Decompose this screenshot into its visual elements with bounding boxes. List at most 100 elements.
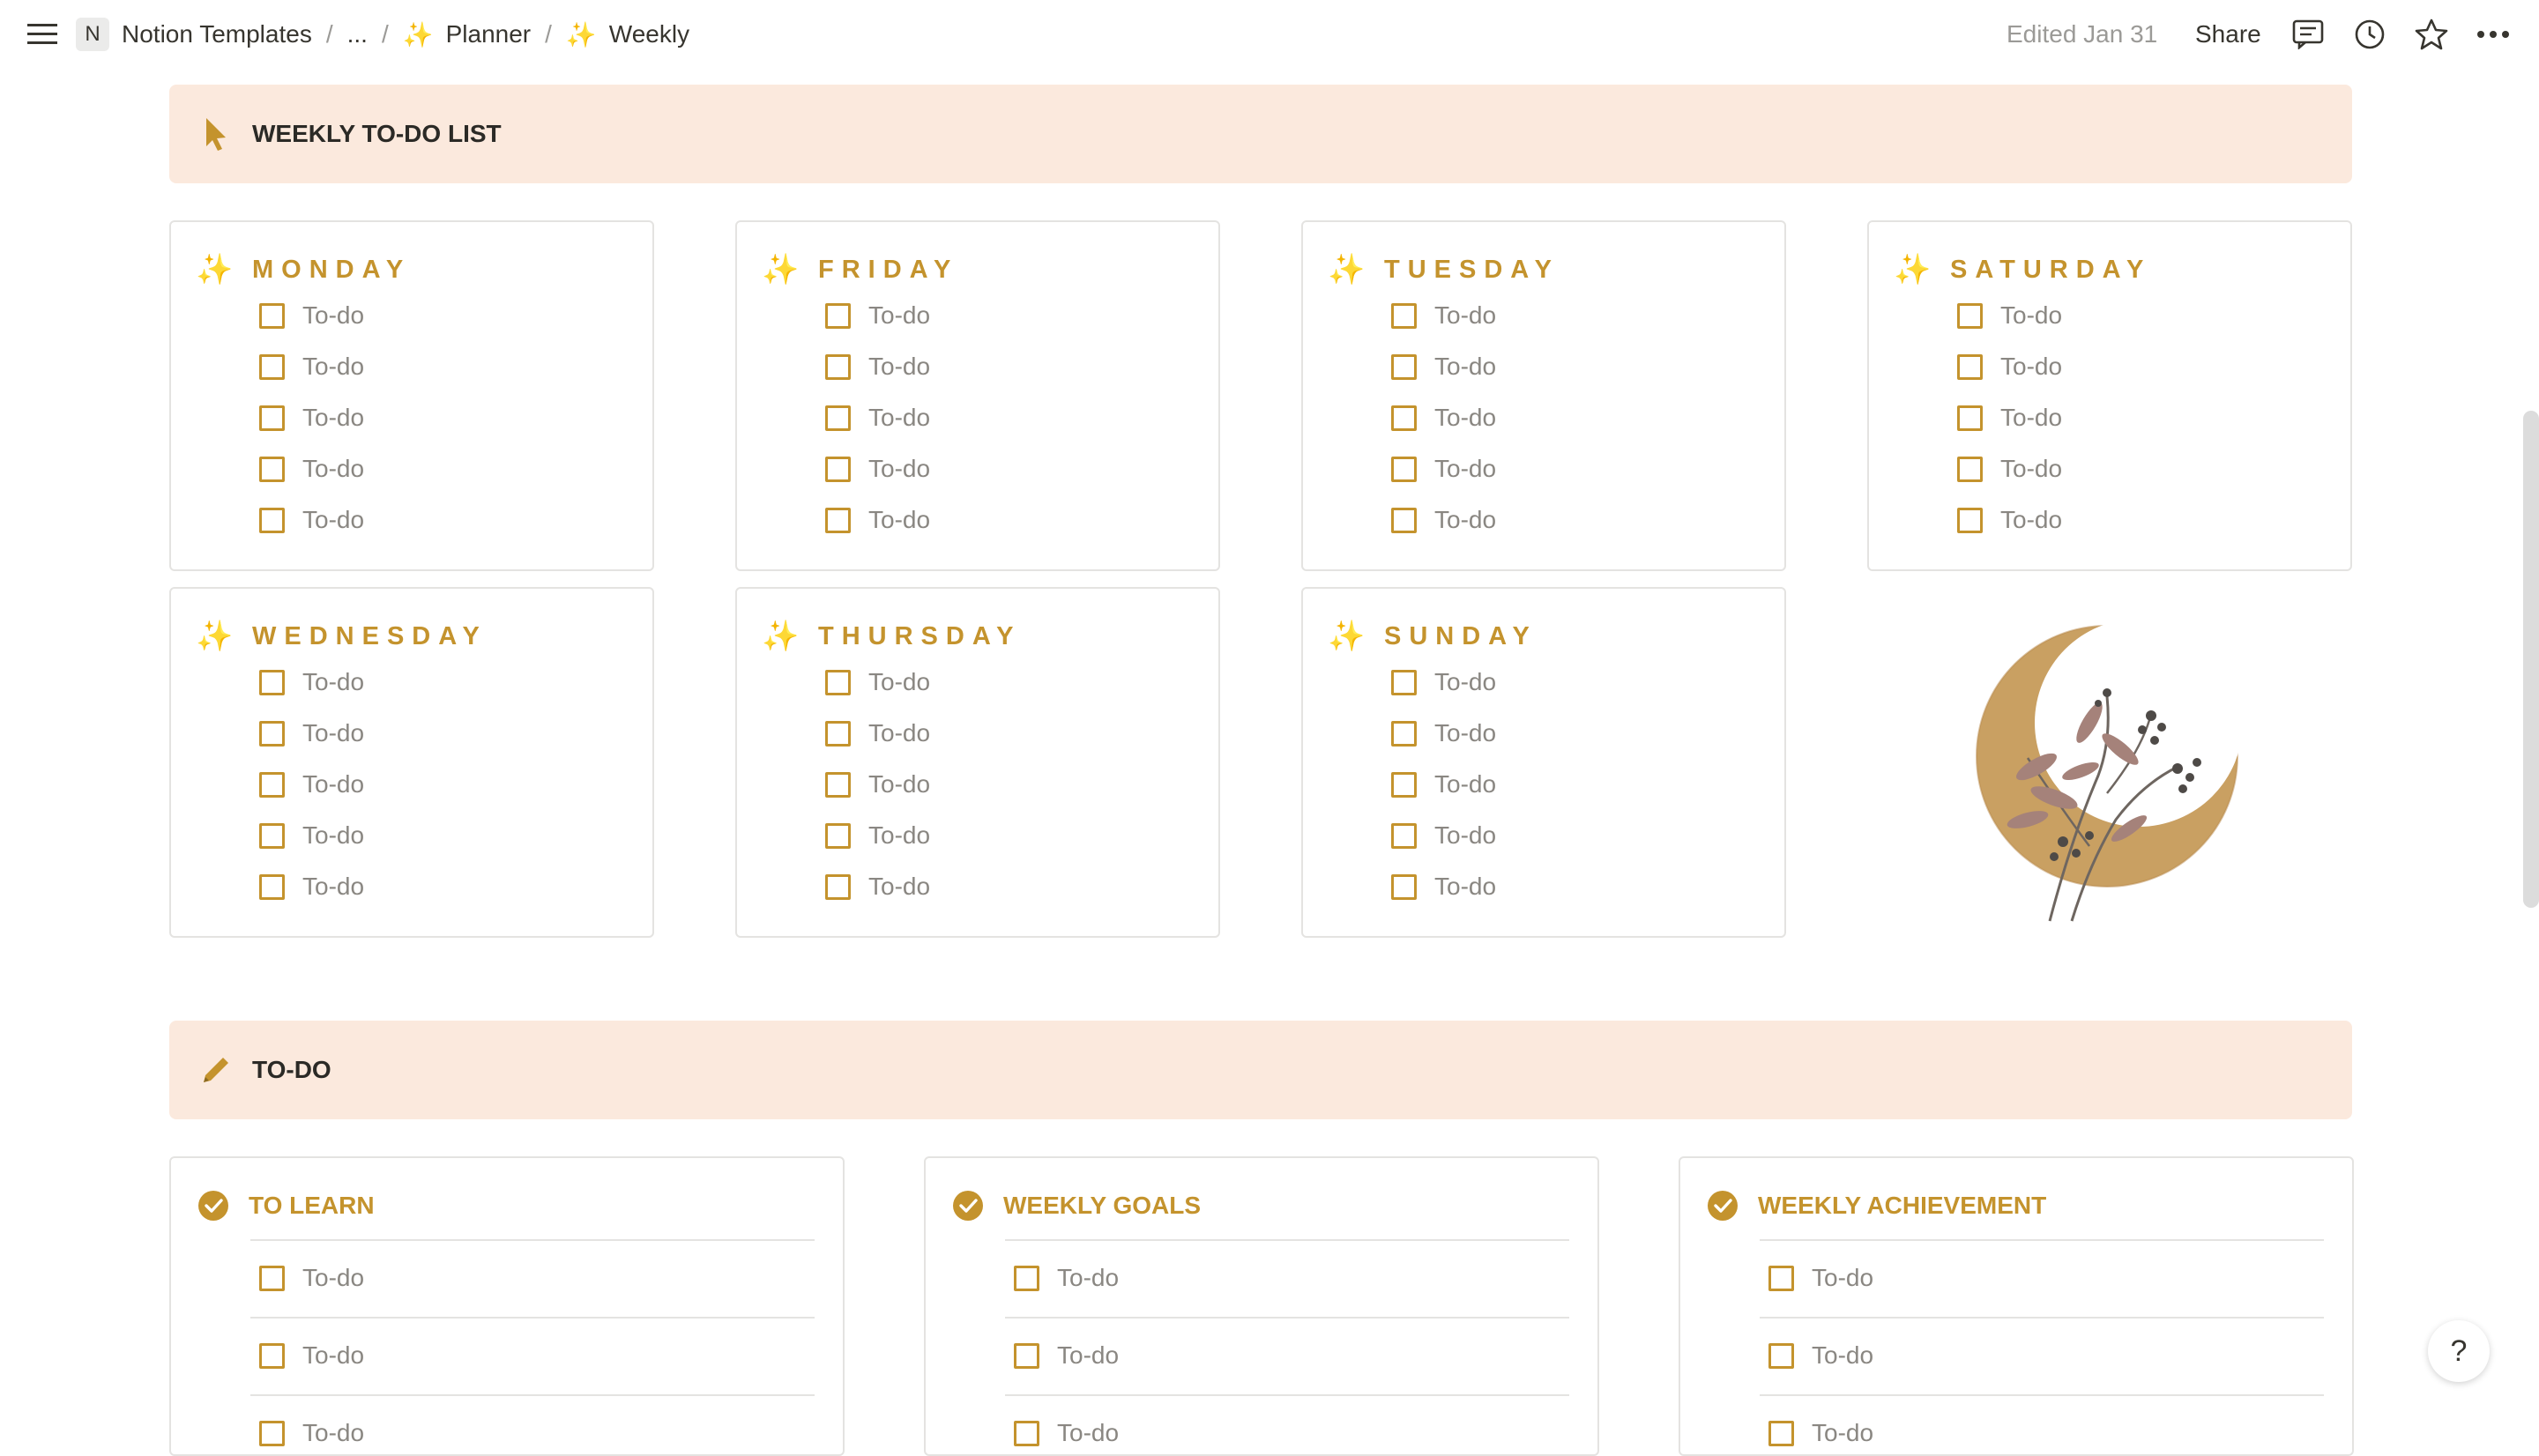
checkbox[interactable] [1014,1265,1039,1291]
todo-item[interactable]: To-do [825,818,930,853]
checkbox[interactable] [1768,1342,1794,1369]
todo-item[interactable]: To-do [825,767,930,802]
checkbox[interactable] [1957,302,1983,329]
history-icon[interactable] [2350,0,2389,69]
checkbox[interactable] [1957,405,1983,431]
checkbox[interactable] [1957,507,1983,533]
checkbox[interactable] [259,1420,285,1446]
todo-item[interactable]: To-do [259,502,364,538]
todo-item[interactable]: To-do [1014,1415,1119,1451]
todo-item[interactable]: To-do [259,767,364,802]
checkbox[interactable] [1391,669,1417,695]
todo-item[interactable]: To-do [259,400,364,435]
breadcrumb-planner[interactable]: ✨ Planner [403,20,531,49]
todo-item[interactable]: To-do [259,349,364,384]
todo-item[interactable]: To-do [259,1260,364,1296]
star-icon[interactable] [2412,0,2451,69]
checkbox[interactable] [1391,302,1417,329]
breadcrumb-notion-templates[interactable]: N Notion Templates [76,18,312,51]
checkbox[interactable] [259,1265,285,1291]
checkbox[interactable] [825,405,851,431]
todo-item[interactable]: To-do [1391,400,1496,435]
checkbox[interactable] [259,507,285,533]
todo-item[interactable]: To-do [825,298,930,333]
checkbox[interactable] [825,507,851,533]
checkbox[interactable] [825,720,851,747]
more-options-icon[interactable] [2474,0,2513,69]
todo-item[interactable]: To-do [825,716,930,751]
todo-item[interactable]: To-do [1391,818,1496,853]
checkbox[interactable] [259,405,285,431]
help-button[interactable]: ? [2428,1320,2490,1382]
checkbox[interactable] [825,822,851,849]
todo-item[interactable]: To-do [259,818,364,853]
checkbox[interactable] [1768,1420,1794,1446]
checkbox[interactable] [1391,873,1417,900]
checkbox[interactable] [1391,456,1417,482]
todo-item[interactable]: To-do [1391,665,1496,700]
checkbox[interactable] [1391,405,1417,431]
checkbox[interactable] [1391,720,1417,747]
todo-item[interactable]: To-do [1391,451,1496,487]
todo-item[interactable]: To-do [259,1415,364,1451]
todo-item[interactable]: To-do [259,298,364,333]
todo-item[interactable]: To-do [1014,1260,1119,1296]
todo-item[interactable]: To-do [259,716,364,751]
todo-item[interactable]: To-do [1391,767,1496,802]
checkbox[interactable] [259,771,285,798]
checkbox[interactable] [1391,353,1417,380]
scrollbar-thumb[interactable] [2523,411,2539,908]
breadcrumb-weekly[interactable]: ✨ Weekly [566,20,689,49]
checkbox[interactable] [259,302,285,329]
checkbox[interactable] [1391,771,1417,798]
checkbox[interactable] [825,669,851,695]
todo-item[interactable]: To-do [259,1338,364,1373]
todo-item[interactable]: To-do [1014,1338,1119,1373]
share-button[interactable]: Share [2195,0,2261,69]
todo-item[interactable]: To-do [825,502,930,538]
checkbox[interactable] [825,456,851,482]
todo-item[interactable]: To-do [1391,716,1496,751]
checkbox[interactable] [259,353,285,380]
checkbox[interactable] [1014,1420,1039,1446]
todo-item[interactable]: To-do [1391,869,1496,904]
todo-item[interactable]: To-do [825,665,930,700]
checkbox[interactable] [259,456,285,482]
checkbox[interactable] [1957,353,1983,380]
todo-item[interactable]: To-do [259,451,364,487]
todo-item[interactable]: To-do [1957,298,2062,333]
todo-item[interactable]: To-do [1957,349,2062,384]
comments-icon[interactable] [2289,0,2327,69]
todo-item[interactable]: To-do [1391,349,1496,384]
checkbox[interactable] [1391,507,1417,533]
checkbox[interactable] [259,873,285,900]
checkbox[interactable] [825,353,851,380]
checkbox[interactable] [1768,1265,1794,1291]
checkbox[interactable] [259,1342,285,1369]
todo-item[interactable]: To-do [1768,1415,1873,1451]
todo-item[interactable]: To-do [825,349,930,384]
todo-item[interactable]: To-do [1957,502,2062,538]
checkbox[interactable] [825,302,851,329]
checkbox[interactable] [1014,1342,1039,1369]
checkbox[interactable] [1957,456,1983,482]
checkbox[interactable] [825,771,851,798]
todo-item[interactable]: To-do [1768,1338,1873,1373]
checkbox[interactable] [259,822,285,849]
checkbox[interactable] [259,669,285,695]
todo-item[interactable]: To-do [825,869,930,904]
breadcrumb-ellipsis[interactable]: ... [347,20,368,48]
checkbox[interactable] [825,873,851,900]
todo-item[interactable]: To-do [1957,400,2062,435]
menu-icon[interactable] [25,0,60,69]
todo-item[interactable]: To-do [259,869,364,904]
todo-item[interactable]: To-do [259,665,364,700]
todo-item[interactable]: To-do [825,451,930,487]
todo-item[interactable]: To-do [1957,451,2062,487]
todo-item[interactable]: To-do [1768,1260,1873,1296]
todo-item[interactable]: To-do [1391,298,1496,333]
checkbox[interactable] [1391,822,1417,849]
checkbox[interactable] [259,720,285,747]
todo-item[interactable]: To-do [1391,502,1496,538]
todo-item[interactable]: To-do [825,400,930,435]
